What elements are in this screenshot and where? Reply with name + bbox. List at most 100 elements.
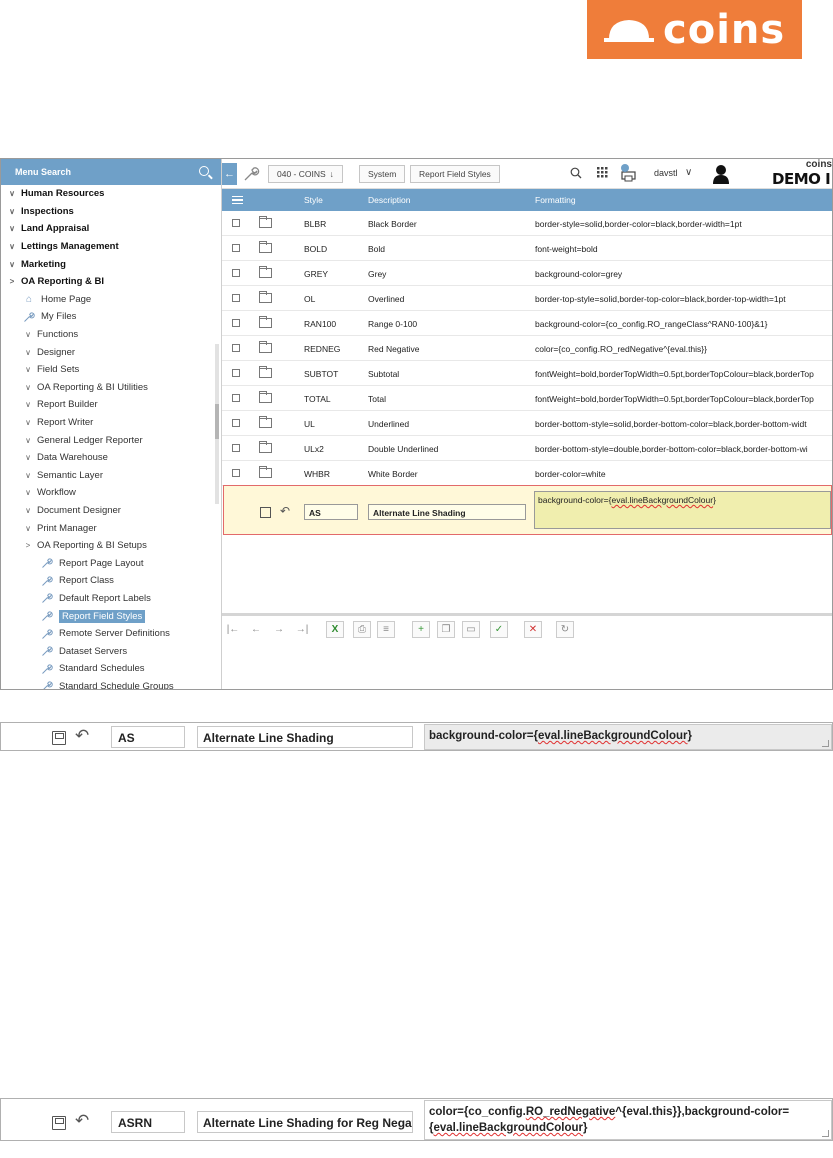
sidebar-item[interactable]: ∨ Lettings Management xyxy=(1,238,221,256)
undo-icon[interactable]: ↶ xyxy=(75,726,89,746)
row-checkbox[interactable] xyxy=(232,394,240,402)
copy-icon[interactable]: ❐ xyxy=(437,621,455,638)
row-checkbox[interactable] xyxy=(232,219,240,227)
chevron-down-icon[interactable]: ∨ xyxy=(23,418,33,427)
chevron-down-icon[interactable]: ∨ xyxy=(7,207,17,216)
sidebar-item[interactable]: ∨ Field Sets xyxy=(1,361,221,379)
excel-export-icon[interactable]: X xyxy=(326,621,344,638)
row-checkbox[interactable] xyxy=(232,419,240,427)
sidebar-item[interactable]: Default Report Labels xyxy=(1,590,221,608)
chevron-down-icon[interactable]: ∨ xyxy=(23,383,33,392)
sidebar-item[interactable]: ∨ General Ledger Reporter xyxy=(1,431,221,449)
add-icon[interactable]: + xyxy=(412,621,430,638)
save-icon[interactable] xyxy=(260,507,271,518)
folder-icon[interactable] xyxy=(259,341,272,353)
description-input[interactable]: Alternate Line Shading xyxy=(197,726,413,748)
chevron-right-icon[interactable]: > xyxy=(23,541,33,550)
chevron-down-icon[interactable]: ∨ xyxy=(685,167,692,178)
sidebar-item[interactable]: ∨ Designer xyxy=(1,343,221,361)
chevron-down-icon[interactable]: ∨ xyxy=(23,330,33,339)
column-header-style[interactable]: Style xyxy=(304,195,323,205)
sidebar-item[interactable]: ∨ Land Appraisal xyxy=(1,220,221,238)
folder-icon[interactable] xyxy=(259,466,272,478)
sidebar-item[interactable]: ∨ Print Manager xyxy=(1,519,221,537)
print-icon[interactable]: ⎙ xyxy=(353,621,371,638)
chevron-down-icon[interactable]: ∨ xyxy=(23,524,33,533)
sidebar-item[interactable]: ∨ Marketing xyxy=(1,255,221,273)
last-page-icon[interactable]: →| xyxy=(293,621,311,638)
sidebar-scrollbar[interactable] xyxy=(215,344,219,504)
sidebar-item[interactable]: Report Field Styles xyxy=(1,607,221,625)
delete-icon[interactable]: ✕ xyxy=(524,621,542,638)
sidebar-item[interactable]: > OA Reporting & BI Setups xyxy=(1,537,221,555)
wrench-icon[interactable] xyxy=(242,165,264,183)
sidebar-item[interactable]: ∨ Workflow xyxy=(1,484,221,502)
folder-icon[interactable] xyxy=(259,266,272,278)
folder-icon[interactable] xyxy=(259,391,272,403)
table-row[interactable]: BOLD Bold font-weight=bold xyxy=(222,236,832,261)
sidebar-item[interactable]: ∨ Functions xyxy=(1,326,221,344)
chevron-down-icon[interactable]: ∨ xyxy=(23,348,33,357)
sidebar-item[interactable]: My Files xyxy=(1,308,221,326)
chevron-down-icon[interactable]: ∨ xyxy=(23,506,33,515)
user-avatar-icon[interactable] xyxy=(712,164,730,184)
chevron-down-icon[interactable]: ∨ xyxy=(23,453,33,462)
sidebar-item[interactable]: Standard Schedule Groups xyxy=(1,678,221,689)
apps-grid-icon[interactable] xyxy=(597,167,608,181)
style-input[interactable]: AS xyxy=(111,726,185,748)
description-input[interactable]: Alternate Line Shading for Reg Negativ xyxy=(197,1111,413,1133)
style-input[interactable]: ASRN xyxy=(111,1111,185,1133)
table-row[interactable]: GREY Grey background-color=grey xyxy=(222,261,832,286)
table-row[interactable]: WHBR White Border border-color=white xyxy=(222,461,832,486)
formatting-textarea[interactable]: background-color={eval.lineBackgroundCol… xyxy=(534,491,831,529)
breadcrumb-section[interactable]: System xyxy=(359,165,406,183)
print-queue-icon[interactable] xyxy=(619,164,639,185)
sidebar-item[interactable]: ∨ Human Resources xyxy=(1,185,221,203)
column-header-formatting[interactable]: Formatting xyxy=(535,195,576,205)
sidebar-item[interactable]: Report Class xyxy=(1,572,221,590)
chevron-down-icon[interactable]: ∨ xyxy=(23,436,33,445)
row-checkbox[interactable] xyxy=(232,269,240,277)
row-checkbox[interactable] xyxy=(232,344,240,352)
folder-icon[interactable] xyxy=(259,366,272,378)
sidebar-item[interactable]: > OA Reporting & BI xyxy=(1,273,221,291)
menu-icon[interactable] xyxy=(232,196,243,204)
table-row[interactable]: ULx2 Double Underlined border-bottom-style… xyxy=(222,436,832,461)
column-header-description[interactable]: Description xyxy=(368,195,411,205)
sidebar-item[interactable]: ∨ Semantic Layer xyxy=(1,467,221,485)
prev-page-icon[interactable]: ← xyxy=(247,621,265,638)
sidebar-item[interactable]: ∨ Report Builder xyxy=(1,396,221,414)
breadcrumb-page[interactable]: Report Field Styles xyxy=(410,165,500,183)
folder-icon[interactable] xyxy=(259,416,272,428)
table-row[interactable]: RAN100 Range 0-100 background-color={co_co… xyxy=(222,311,832,336)
row-checkbox[interactable] xyxy=(232,369,240,377)
formatting-textarea[interactable]: background-color={eval.lineBackgroundCol… xyxy=(424,724,832,750)
chevron-down-icon[interactable]: ∨ xyxy=(7,189,17,198)
folder-icon[interactable] xyxy=(259,316,272,328)
row-checkbox[interactable] xyxy=(232,319,240,327)
table-row[interactable]: TOTAL Total fontWeight=bold,borderTopWidth… xyxy=(222,386,832,411)
first-page-icon[interactable]: |← xyxy=(224,621,242,638)
back-arrow-icon[interactable]: ← xyxy=(222,163,237,185)
folder-icon[interactable] xyxy=(259,241,272,253)
chevron-down-icon[interactable]: ∨ xyxy=(23,400,33,409)
search-icon[interactable] xyxy=(199,166,209,176)
sidebar-item[interactable]: ∨ Data Warehouse xyxy=(1,449,221,467)
row-checkbox[interactable] xyxy=(232,294,240,302)
table-row[interactable]: REDNEG Red Negative color={co_config.RO_re… xyxy=(222,336,832,361)
chevron-down-icon[interactable]: ∨ xyxy=(23,365,33,374)
row-checkbox[interactable] xyxy=(232,469,240,477)
chevron-down-icon[interactable]: ∨ xyxy=(7,224,17,233)
next-page-icon[interactable]: → xyxy=(270,621,288,638)
sidebar-item[interactable]: Remote Server Definitions xyxy=(1,625,221,643)
chevron-down-icon[interactable]: ∨ xyxy=(7,242,17,251)
menu-search[interactable]: Menu Search xyxy=(1,159,221,185)
chevron-down-icon[interactable]: ∨ xyxy=(23,471,33,480)
sidebar-item[interactable]: ⌂ Home Page xyxy=(1,291,221,309)
row-checkbox[interactable] xyxy=(232,444,240,452)
sidebar-item[interactable]: ∨ OA Reporting & BI Utilities xyxy=(1,379,221,397)
search-icon[interactable] xyxy=(570,167,582,182)
resize-handle[interactable] xyxy=(822,740,829,747)
description-input[interactable]: Alternate Line Shading xyxy=(368,504,526,520)
chevron-right-icon[interactable]: > xyxy=(7,277,17,286)
